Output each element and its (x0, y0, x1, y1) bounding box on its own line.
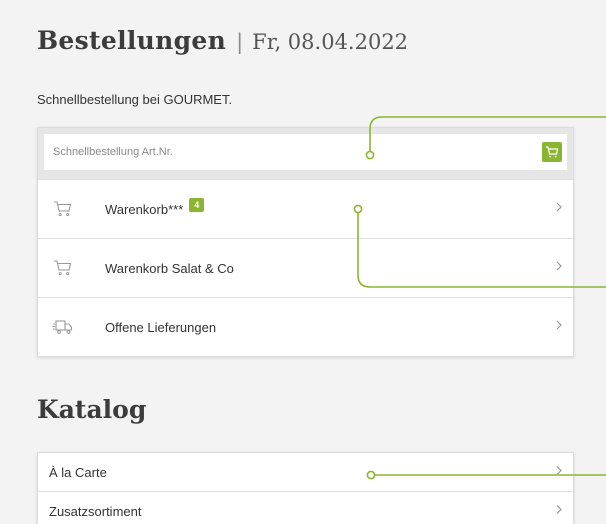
chevron-right-icon (555, 259, 563, 277)
page-header: Bestellungen | Fr, 08.04.2022 (37, 26, 408, 55)
order-item-label: Offene Lieferungen (105, 319, 217, 335)
cart-icon (546, 146, 559, 158)
order-item-offene-lieferungen[interactable]: Offene Lieferungen (38, 297, 573, 356)
catalog-item-zusatzsortiment[interactable]: Zusatzsortiment (38, 492, 573, 524)
cart-icon (52, 200, 74, 218)
cart-count-badge: 4 (189, 198, 205, 212)
page-title: Bestellungen (37, 26, 227, 55)
chevron-right-icon (555, 200, 563, 218)
title-separator: | (236, 30, 244, 54)
chevron-right-icon (555, 504, 563, 519)
catalog-card: À la Carte Zusatzsortiment (37, 452, 574, 524)
quick-order-cart-button[interactable] (542, 142, 562, 162)
quick-order-field-wrapper (44, 134, 567, 170)
catalog-item-label: À la Carte (49, 464, 107, 480)
catalog-title: Katalog (37, 395, 147, 424)
page-date: Fr, 08.04.2022 (252, 30, 409, 54)
chevron-right-icon (555, 465, 563, 480)
order-item-warenkorb[interactable]: Warenkorb*** 4 (38, 179, 573, 238)
catalog-item-label: Zusatzsortiment (49, 503, 142, 519)
orders-card: Warenkorb*** 4 Warenkorb Salat & Co (37, 127, 574, 357)
chevron-right-icon (555, 318, 563, 336)
order-item-label: Warenkorb Salat & Co (105, 260, 234, 276)
order-item-warenkorb-salat[interactable]: Warenkorb Salat & Co (38, 238, 573, 297)
quick-order-input[interactable] (53, 146, 473, 158)
quick-order-description: Schnellbestellung bei GOURMET. (37, 92, 233, 107)
delivery-truck-icon (52, 318, 74, 336)
order-item-label: Warenkorb*** (105, 201, 184, 217)
quick-order-bar (38, 128, 573, 179)
cart-icon (52, 259, 74, 277)
catalog-item-a-la-carte[interactable]: À la Carte (38, 453, 573, 492)
